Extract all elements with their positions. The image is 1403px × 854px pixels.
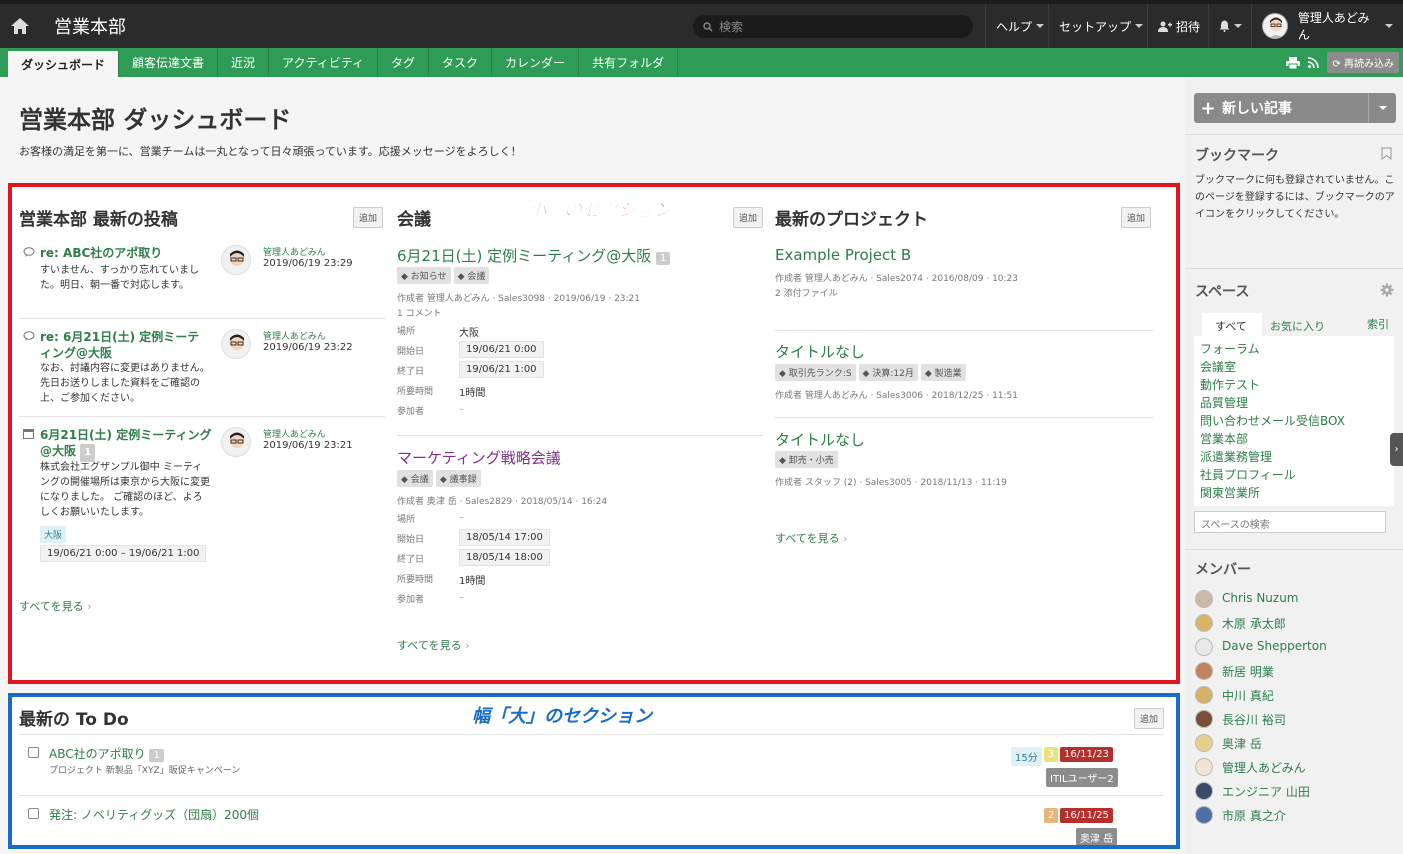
large-section-annotation: 幅「大」のセクション	[472, 706, 652, 727]
bookmark-title: ブックマーク	[1195, 148, 1279, 164]
tab-shared-folder[interactable]: 共有フォルダ	[579, 48, 679, 77]
chevron-down-icon	[1385, 24, 1393, 28]
search-icon	[703, 21, 713, 31]
small-section-highlight	[8, 183, 1180, 684]
tab-spaces-all[interactable]: すべて	[1215, 318, 1247, 334]
bell-icon	[1219, 20, 1230, 32]
tab-spaces-index[interactable]: 索引	[1367, 316, 1389, 332]
plus-icon: +	[1200, 97, 1216, 119]
chevron-down-icon	[1036, 24, 1045, 28]
avatar	[1262, 13, 1288, 39]
member-item[interactable]: エンジニア 山田	[1222, 783, 1310, 800]
search-placeholder: 検索	[719, 20, 744, 34]
gear-icon[interactable]	[1380, 283, 1394, 297]
setup-label: セットアップ	[1059, 19, 1132, 34]
home-icon[interactable]	[0, 4, 40, 48]
space-item[interactable]: 問い合わせメール受信BOX	[1200, 412, 1345, 429]
space-item[interactable]: 派遣業務管理	[1200, 448, 1272, 465]
space-search-input[interactable]: スペースの検索	[1194, 511, 1386, 533]
members-title: メンバー	[1195, 562, 1251, 578]
site-title[interactable]: 営業本部	[54, 13, 126, 39]
setup-menu[interactable]: セットアップ	[1048, 4, 1153, 48]
new-post-button[interactable]: + 新しい記事	[1194, 93, 1396, 123]
avatar	[1195, 686, 1213, 704]
avatar	[1195, 638, 1213, 656]
help-menu[interactable]: ヘルプ	[985, 4, 1054, 48]
avatar	[1195, 734, 1213, 752]
member-item[interactable]: 管理人あどみん	[1222, 759, 1306, 776]
divider	[1185, 549, 1403, 550]
tab-dashboard[interactable]: ダッシュボード	[8, 48, 120, 77]
space-tab-bar: ダッシュボード 顧客伝達文書 近況 アクティビティ タグ タスク カレンダー 共…	[0, 48, 1403, 77]
avatar	[1195, 758, 1213, 776]
chevron-down-icon	[1234, 24, 1242, 28]
tab-tags[interactable]: タグ	[378, 48, 430, 77]
tab-tasks[interactable]: タスク	[429, 48, 493, 77]
spaces-title: スペース	[1195, 284, 1250, 300]
user-name: 管理人あどみん	[1297, 11, 1370, 42]
space-item[interactable]: 営業本部	[1200, 430, 1248, 447]
avatar	[1195, 614, 1213, 632]
chevron-right-icon: ›	[1394, 444, 1399, 455]
avatar	[1195, 710, 1213, 728]
tab-calendar[interactable]: カレンダー	[492, 48, 580, 77]
chevron-down-icon	[1378, 106, 1387, 110]
tab-spaces-favorites[interactable]: お気に入り	[1270, 318, 1325, 334]
member-item[interactable]: Dave Shepperton	[1222, 639, 1327, 653]
member-item[interactable]: 長谷川 裕司	[1222, 711, 1286, 728]
notifications-menu[interactable]	[1208, 4, 1252, 48]
divider	[1185, 134, 1403, 135]
member-item[interactable]: 中川 真紀	[1222, 687, 1274, 704]
member-item[interactable]: 木原 承太郎	[1222, 615, 1286, 632]
rss-icon[interactable]	[1308, 57, 1320, 68]
avatar	[1195, 662, 1213, 680]
member-item[interactable]: 新居 明業	[1222, 663, 1274, 680]
page-description: お客様の満足を第一に、営業チームは一丸となって日々頑張っています。応援メッセージ…	[19, 145, 522, 158]
tab-updates[interactable]: 近況	[218, 48, 270, 77]
bookmark-empty-text: ブックマークに何も登録されていません。このページを登録するには、ブックマークのア…	[1195, 175, 1395, 220]
tab-customer-docs[interactable]: 顧客伝達文書	[119, 48, 219, 77]
space-item[interactable]: 品質管理	[1200, 394, 1248, 411]
space-item[interactable]: 動作テスト	[1200, 376, 1260, 393]
new-post-label: 新しい記事	[1222, 101, 1292, 117]
reload-label: 再読み込み	[1344, 59, 1394, 70]
space-item[interactable]: フォーラム	[1200, 340, 1260, 357]
reload-button[interactable]: ⟳ 再読み込み	[1327, 52, 1399, 73]
help-label: ヘルプ	[996, 19, 1033, 34]
member-item[interactable]: 市原 真之介	[1222, 807, 1286, 824]
sidebar-toggle-handle[interactable]: ›	[1390, 433, 1403, 466]
invite-label: 招待	[1176, 19, 1201, 34]
new-post-dropdown[interactable]	[1368, 93, 1396, 123]
add-user-icon	[1158, 21, 1172, 32]
avatar	[1195, 590, 1213, 608]
user-menu[interactable]: 管理人あどみん	[1251, 4, 1403, 48]
print-icon[interactable]	[1286, 56, 1301, 69]
member-item[interactable]: 奥津 岳	[1222, 735, 1262, 752]
invite-button[interactable]: 招待	[1147, 4, 1210, 48]
search-input[interactable]: 検索	[693, 15, 973, 38]
bookmark-icon[interactable]	[1381, 147, 1392, 160]
space-item[interactable]: 社員プロフィール	[1200, 466, 1296, 483]
tab-activity[interactable]: アクティビティ	[269, 48, 379, 77]
space-item[interactable]: 会議室	[1200, 358, 1236, 375]
chevron-down-icon	[1135, 24, 1144, 28]
avatar	[1195, 806, 1213, 824]
avatar	[1195, 782, 1213, 800]
divider	[1185, 268, 1403, 269]
space-item[interactable]: 関東営業所	[1200, 484, 1260, 501]
page-title: 営業本部 ダッシュボード	[19, 106, 292, 134]
small-section-annotation: 幅「小」のセクション	[492, 200, 673, 222]
member-item[interactable]: Chris Nuzum	[1222, 591, 1299, 605]
